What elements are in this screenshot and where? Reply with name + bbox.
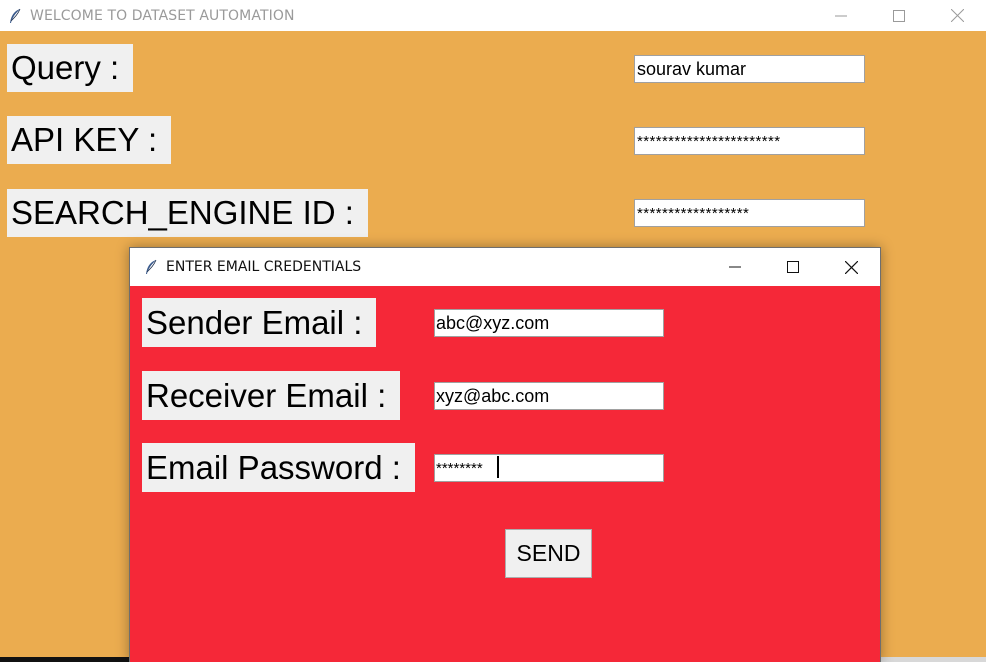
main-window-title: WELCOME TO DATASET AUTOMATION xyxy=(30,7,295,24)
close-button[interactable] xyxy=(928,0,986,31)
maximize-icon xyxy=(893,9,905,22)
search-engine-id-input[interactable] xyxy=(634,199,865,227)
dialog-maximize-button[interactable] xyxy=(764,248,822,286)
dialog-title: ENTER EMAIL CREDENTIALS xyxy=(166,259,362,275)
api-key-label: API KEY : xyxy=(7,116,172,164)
close-icon xyxy=(950,9,964,22)
email-password-label: Email Password : xyxy=(142,443,415,492)
query-label: Query : xyxy=(7,44,134,92)
dialog-minimize-button[interactable] xyxy=(706,248,764,286)
maximize-button[interactable] xyxy=(870,0,928,31)
query-input[interactable] xyxy=(634,55,865,83)
main-titlebar[interactable]: WELCOME TO DATASET AUTOMATION xyxy=(0,0,986,31)
receiver-email-label: Receiver Email : xyxy=(142,371,401,420)
receiver-email-input[interactable] xyxy=(434,382,664,410)
send-button[interactable]: SEND xyxy=(505,529,592,578)
sender-email-label: Sender Email : xyxy=(142,298,377,347)
minimize-icon xyxy=(835,15,847,16)
close-icon xyxy=(844,260,858,274)
minimize-button[interactable] xyxy=(812,0,870,31)
text-cursor xyxy=(497,456,499,478)
sender-email-input[interactable] xyxy=(434,309,664,337)
api-key-input[interactable] xyxy=(634,127,865,155)
email-password-input[interactable] xyxy=(434,454,664,482)
maximize-icon xyxy=(787,261,799,273)
email-credentials-dialog: ENTER EMAIL CREDENTIALS Sender Email : R… xyxy=(129,247,881,662)
feather-icon xyxy=(10,8,21,23)
dialog-close-button[interactable] xyxy=(822,248,880,286)
dialog-titlebar[interactable]: ENTER EMAIL CREDENTIALS xyxy=(130,248,880,286)
main-window-controls xyxy=(812,0,986,31)
dialog-controls xyxy=(706,248,880,286)
feather-icon xyxy=(146,259,157,274)
search-engine-id-label: SEARCH_ENGINE ID : xyxy=(7,189,368,237)
minimize-icon xyxy=(729,266,741,268)
